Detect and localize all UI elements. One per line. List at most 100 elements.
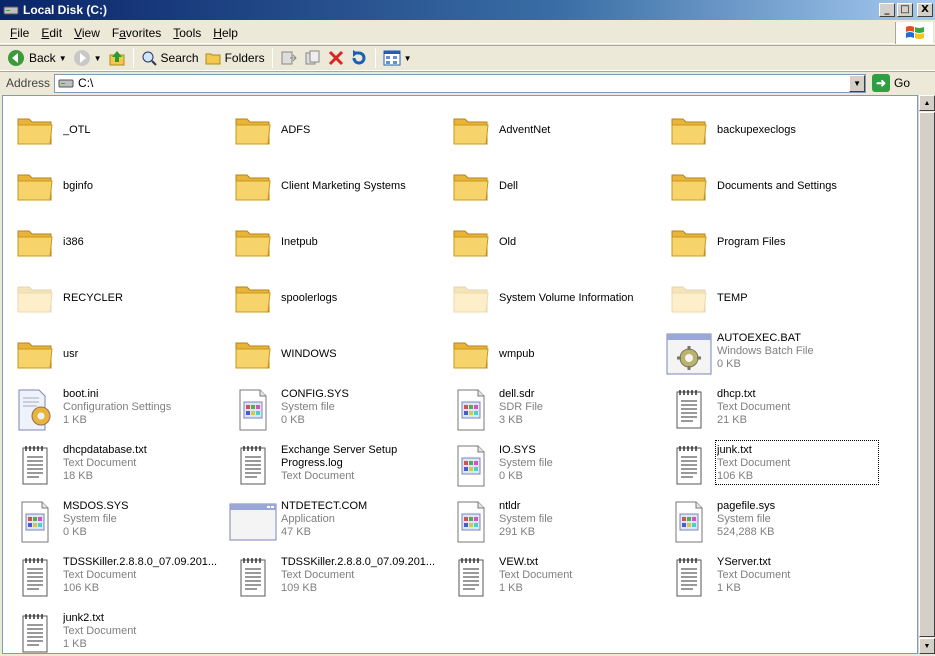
item-name: Program Files — [717, 236, 786, 248]
item-type: SDR File — [499, 401, 544, 413]
address-dropdown-button[interactable]: ▼ — [849, 74, 866, 92]
chevron-down-icon[interactable]: ▼ — [94, 54, 102, 63]
folder-item[interactable]: wmpub — [447, 326, 665, 382]
item-name: backupexeclogs — [717, 124, 796, 136]
file-item[interactable]: IO.SYS System file 0 KB — [447, 438, 665, 494]
folder-item[interactable]: usr — [11, 326, 229, 382]
folder-item[interactable]: _OTL — [11, 102, 229, 158]
file-item[interactable]: pagefile.sys System file 524,288 KB — [665, 494, 883, 550]
file-item[interactable]: CONFIG.SYS System file 0 KB — [229, 382, 447, 438]
item-size: 0 KB — [281, 414, 305, 426]
folder-item[interactable]: spoolerlogs — [229, 270, 447, 326]
item-size: 524,288 KB — [717, 526, 775, 538]
file-item[interactable]: dell.sdr SDR File 3 KB — [447, 382, 665, 438]
text-document-icon — [665, 554, 713, 602]
item-label: AUTOEXEC.BAT Windows Batch File 0 KB — [717, 330, 877, 371]
application-icon — [229, 498, 277, 546]
address-input[interactable]: C:\ ▼ — [54, 73, 867, 93]
file-item[interactable]: AUTOEXEC.BAT Windows Batch File 0 KB — [665, 326, 883, 382]
move-to-button[interactable] — [277, 47, 301, 69]
folder-item[interactable]: Documents and Settings — [665, 158, 883, 214]
system-file-icon — [447, 386, 495, 434]
delete-button[interactable] — [325, 47, 347, 69]
vertical-scrollbar[interactable]: ▲ ▼ — [918, 95, 935, 654]
file-item[interactable]: boot.ini Configuration Settings 1 KB — [11, 382, 229, 438]
file-item[interactable]: TDSSKiller.2.8.8.0_07.09.201... Text Docu… — [11, 550, 229, 606]
file-item[interactable]: dhcpdatabase.txt Text Document 18 KB — [11, 438, 229, 494]
scroll-thumb[interactable] — [919, 112, 935, 637]
system-file-icon — [447, 442, 495, 490]
file-item[interactable]: YServer.txt Text Document 1 KB — [665, 550, 883, 606]
item-name: TDSSKiller.2.8.8.0_07.09.201... — [281, 556, 436, 568]
file-item[interactable]: junk.txt Text Document 106 KB — [665, 438, 883, 494]
item-label: System Volume Information — [499, 274, 659, 305]
item-size: 106 KB — [717, 470, 754, 482]
forward-button[interactable]: ▼ — [70, 47, 105, 69]
menu-file[interactable]: File — [4, 24, 35, 42]
go-button[interactable]: ➜ Go — [872, 74, 910, 92]
folder-item[interactable]: Dell — [447, 158, 665, 214]
scroll-up-button[interactable]: ▲ — [919, 95, 935, 111]
file-item[interactable]: junk2.txt Text Document 1 KB — [11, 606, 229, 653]
item-label: Program Files — [717, 218, 877, 249]
chevron-down-icon[interactable]: ▼ — [404, 54, 412, 63]
copy-to-icon — [305, 50, 320, 65]
folder-item[interactable]: Inetpub — [229, 214, 447, 270]
folder-icon — [11, 218, 59, 266]
folder-item[interactable]: System Volume Information — [447, 270, 665, 326]
item-label: pagefile.sys System file 524,288 KB — [717, 498, 877, 539]
search-button[interactable]: Search — [138, 47, 202, 69]
menu-favorites[interactable]: Favorites — [106, 24, 167, 42]
item-label: dhcpdatabase.txt Text Document 18 KB — [63, 442, 223, 483]
item-size: 1 KB — [717, 582, 741, 594]
item-label: spoolerlogs — [281, 274, 441, 305]
file-item[interactable]: VEW.txt Text Document 1 KB — [447, 550, 665, 606]
drive-icon — [3, 6, 19, 15]
folder-item[interactable]: bginfo — [11, 158, 229, 214]
item-type: System file — [63, 513, 117, 525]
close-button[interactable]: X — [917, 3, 933, 17]
menu-tools[interactable]: Tools — [167, 24, 207, 42]
toolbar-separator — [271, 48, 273, 68]
file-item[interactable]: NTDETECT.COM Application 47 KB — [229, 494, 447, 550]
item-name: bginfo — [63, 180, 93, 192]
folder-item[interactable]: Client Marketing Systems — [229, 158, 447, 214]
scroll-down-button[interactable]: ▼ — [919, 638, 935, 654]
folder-item[interactable]: ADFS — [229, 102, 447, 158]
undo-button[interactable] — [347, 47, 371, 69]
folder-item[interactable]: Old — [447, 214, 665, 270]
back-button[interactable]: Back ▼ — [4, 47, 70, 69]
folder-item[interactable]: WINDOWS — [229, 326, 447, 382]
file-list-pane[interactable]: _OTL ADFS AdventNet backupexeclogs bginf… — [2, 95, 918, 654]
folder-icon — [229, 274, 277, 322]
system-file-icon — [665, 498, 713, 546]
minimize-button[interactable]: _ — [879, 3, 895, 17]
folder-item[interactable]: AdventNet — [447, 102, 665, 158]
file-item[interactable]: ntldr System file 291 KB — [447, 494, 665, 550]
menu-edit[interactable]: Edit — [35, 24, 68, 42]
file-item[interactable]: Exchange Server Setup Progress.log Text D… — [229, 438, 447, 494]
item-name: i386 — [63, 236, 84, 248]
menu-view[interactable]: View — [68, 24, 106, 42]
file-item[interactable]: TDSSKiller.2.8.8.0_07.09.201... Text Docu… — [229, 550, 447, 606]
item-type: Text Document — [717, 457, 791, 469]
up-button[interactable] — [105, 47, 129, 69]
views-button[interactable]: ▼ — [380, 47, 415, 69]
maximize-button[interactable]: □ — [897, 3, 913, 17]
file-item[interactable]: dhcp.txt Text Document 21 KB — [665, 382, 883, 438]
copy-to-button[interactable] — [301, 47, 325, 69]
menu-help[interactable]: Help — [207, 24, 244, 42]
file-item[interactable]: MSDOS.SYS System file 0 KB — [11, 494, 229, 550]
folder-item[interactable]: RECYCLER — [11, 270, 229, 326]
chevron-down-icon[interactable]: ▼ — [59, 54, 67, 63]
item-type: Text Document — [281, 470, 355, 482]
folder-item[interactable]: backupexeclogs — [665, 102, 883, 158]
folder-item[interactable]: Program Files — [665, 214, 883, 270]
title-bar[interactable]: Local Disk (C:) _ □ X — [0, 0, 935, 20]
folder-item[interactable]: i386 — [11, 214, 229, 270]
folder-item[interactable]: TEMP — [665, 270, 883, 326]
item-size: 21 KB — [717, 414, 747, 426]
item-type: System file — [499, 513, 553, 525]
item-name: NTDETECT.COM — [281, 500, 368, 512]
folders-button[interactable]: Folders — [202, 47, 268, 69]
